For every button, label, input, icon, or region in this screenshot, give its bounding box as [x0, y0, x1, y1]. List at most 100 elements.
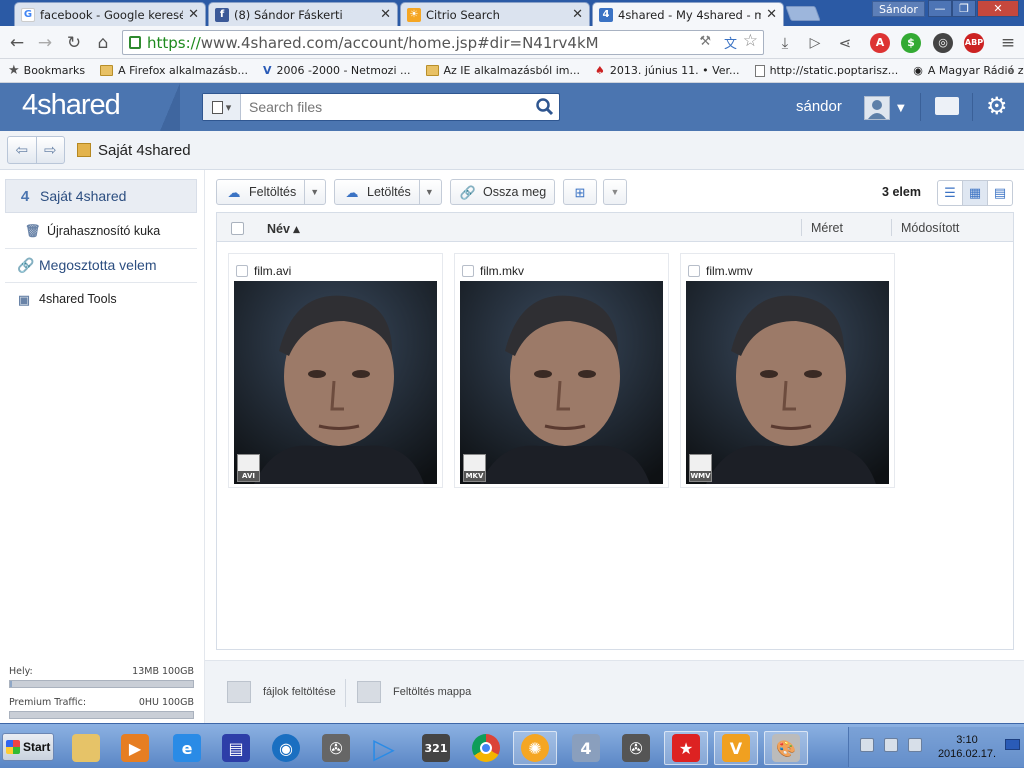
new-folder-button[interactable]: ⊞ [563, 179, 597, 205]
address-bar[interactable]: https:// www.4shared.com/account/home.js… [122, 30, 764, 55]
minimize-button[interactable]: — [928, 0, 952, 17]
tab-4shared[interactable]: 4 4shared - My 4shared - megc ✕ [592, 2, 784, 26]
header-username[interactable]: sándor [796, 98, 842, 115]
video-thumbnail[interactable]: MKV [460, 281, 663, 484]
bookmark-item[interactable]: V 2006 -2000 - Netmozi ... [263, 64, 411, 77]
citrio-taskbar-icon[interactable]: ✺ [513, 731, 557, 765]
column-size[interactable]: Méret [811, 221, 843, 235]
video-thumbnail[interactable]: WMV [686, 281, 889, 484]
sidebar-item-my-4shared[interactable]: 4 Saját 4shared [5, 179, 197, 213]
bookmark-item[interactable]: http://static.poptarisz... [754, 64, 898, 77]
start-button[interactable]: Start [2, 733, 54, 761]
forward-icon[interactable]: → [34, 32, 56, 54]
ie-taskbar-icon[interactable]: e [165, 731, 209, 765]
close-tab-icon[interactable]: ✕ [572, 7, 583, 22]
wrench-icon[interactable]: ⚒ [699, 34, 711, 49]
gear-icon[interactable]: ⚙ [986, 94, 1008, 118]
bookmark-item[interactable]: Az IE alkalmazásból im... [425, 64, 580, 77]
more-actions-button[interactable]: ▼ [603, 179, 627, 205]
column-name[interactable]: Név ▴ [267, 221, 300, 236]
site-logo[interactable]: 4shared [22, 89, 121, 122]
bookmark-item[interactable]: A Firefox alkalmazásb... [100, 64, 248, 77]
file-checkbox[interactable] [462, 265, 474, 277]
home-icon[interactable]: ⌂ [92, 32, 114, 54]
abp-extension-icon[interactable]: ABP [964, 33, 984, 53]
sidebar-item-tools[interactable]: ▣ 4shared Tools [5, 282, 197, 316]
bookmark-item[interactable]: ★ Bookmarks [8, 63, 85, 78]
tab-facebook[interactable]: f (8) Sándor Fáskerti ✕ [208, 2, 398, 26]
traffic-label: Premium Traffic: [9, 697, 87, 708]
search-type-dropdown[interactable]: ▾ [203, 94, 241, 120]
chrome-taskbar-icon[interactable] [464, 731, 508, 765]
tab-google-search[interactable]: G facebook - Google keresés ✕ [14, 2, 206, 26]
4shared-taskbar-icon[interactable]: 4 [564, 731, 608, 765]
close-window-button[interactable]: ✕ [977, 0, 1019, 17]
file-card[interactable]: film.avi AVI [228, 253, 443, 488]
forward-arrow-icon[interactable]: ⇨ [37, 137, 65, 163]
share-button[interactable]: 🔗 Ossza meg [450, 179, 555, 205]
show-desktop-icon[interactable] [1005, 739, 1020, 750]
taskbar-clock[interactable]: 3:10 2016.02.17. [932, 733, 1002, 761]
grid-view-icon[interactable]: ▦ [963, 181, 988, 205]
upload-files-button[interactable]: fájlok feltöltése [227, 681, 336, 703]
chevron-down-icon[interactable]: ▼ [897, 103, 905, 114]
upload-button[interactable]: ☁ Feltöltés ▼ [216, 179, 326, 205]
bookmark-item[interactable]: ♠ 2013. június 11. • Ver... [595, 64, 740, 77]
poker-taskbar-icon[interactable]: ★ [664, 731, 708, 765]
file-checkbox[interactable] [236, 265, 248, 277]
close-tab-icon[interactable]: ✕ [188, 7, 199, 22]
search-icon[interactable] [531, 94, 559, 120]
new-tab-button[interactable] [785, 6, 821, 21]
sidebar-item-recycle-bin[interactable]: 🗑 Újrahasznosító kuka [5, 214, 197, 248]
search-input[interactable] [241, 94, 531, 120]
back-icon[interactable]: ← [6, 32, 28, 54]
download-button[interactable]: ☁ Letöltés ▼ [334, 179, 442, 205]
321-taskbar-icon[interactable]: 321 [414, 731, 458, 765]
back-arrow-icon[interactable]: ⇦ [8, 137, 37, 163]
steering-extension-icon[interactable]: ◎ [933, 33, 953, 53]
explorer-taskbar-icon[interactable] [64, 731, 108, 765]
file-icon [211, 100, 223, 114]
network-icon[interactable] [860, 738, 874, 752]
more-bookmarks-icon[interactable]: » [1007, 64, 1014, 77]
column-modified[interactable]: Módosított [901, 221, 959, 235]
tab-citrio-search[interactable]: ☀ Citrio Search ✕ [400, 2, 590, 26]
video-taskbar-icon[interactable]: ✇ [614, 731, 658, 765]
translate-icon[interactable]: 文 [724, 33, 737, 52]
file-card[interactable]: film.wmv WMV [680, 253, 895, 488]
close-tab-icon[interactable]: ✕ [766, 7, 777, 22]
list-view-icon[interactable]: ☰ [938, 181, 963, 205]
messages-icon[interactable] [935, 97, 959, 115]
avatar[interactable] [864, 96, 890, 120]
money-extension-icon[interactable]: $ [901, 33, 921, 53]
player-taskbar-icon[interactable]: ▷ [362, 731, 406, 765]
flag-icon[interactable] [908, 738, 922, 752]
play-icon[interactable]: ▷ [804, 32, 826, 54]
film-taskbar-icon[interactable]: ✇ [314, 731, 358, 765]
save-taskbar-icon[interactable]: ▤ [214, 731, 258, 765]
file-card[interactable]: film.mkv MKV [454, 253, 669, 488]
menu-icon[interactable]: ≡ [997, 32, 1019, 54]
dvd-taskbar-icon[interactable]: ◉ [264, 731, 308, 765]
bookmark-star-icon[interactable]: ☆ [743, 31, 758, 51]
upload-folder-button[interactable]: Feltöltés mappa [357, 681, 471, 703]
v-taskbar-icon[interactable]: V [714, 731, 758, 765]
file-checkbox[interactable] [688, 265, 700, 277]
item-count: 3 elem [882, 185, 921, 199]
media-taskbar-icon[interactable]: ▶ [113, 731, 157, 765]
chevron-down-icon[interactable]: ▼ [304, 180, 324, 204]
volume-icon[interactable] [884, 738, 898, 752]
share-icon[interactable]: ⋖ [834, 32, 856, 54]
download-icon[interactable]: ⤓ [774, 32, 796, 54]
adblock-extension-icon[interactable]: A [870, 33, 890, 53]
detail-view-icon[interactable]: ▤ [988, 181, 1012, 205]
restore-button[interactable]: ❐ [952, 0, 976, 17]
close-tab-icon[interactable]: ✕ [380, 7, 391, 22]
reload-icon[interactable]: ↻ [63, 32, 85, 54]
sidebar-item-shared-with-me[interactable]: 🔗 Megosztotta velem [5, 248, 197, 282]
browser-user-chip[interactable]: Sándor [872, 1, 925, 17]
video-thumbnail[interactable]: AVI [234, 281, 437, 484]
select-all-checkbox[interactable] [231, 222, 244, 235]
paint-taskbar-icon[interactable]: 🎨 [764, 731, 808, 765]
chevron-down-icon[interactable]: ▼ [418, 180, 439, 204]
